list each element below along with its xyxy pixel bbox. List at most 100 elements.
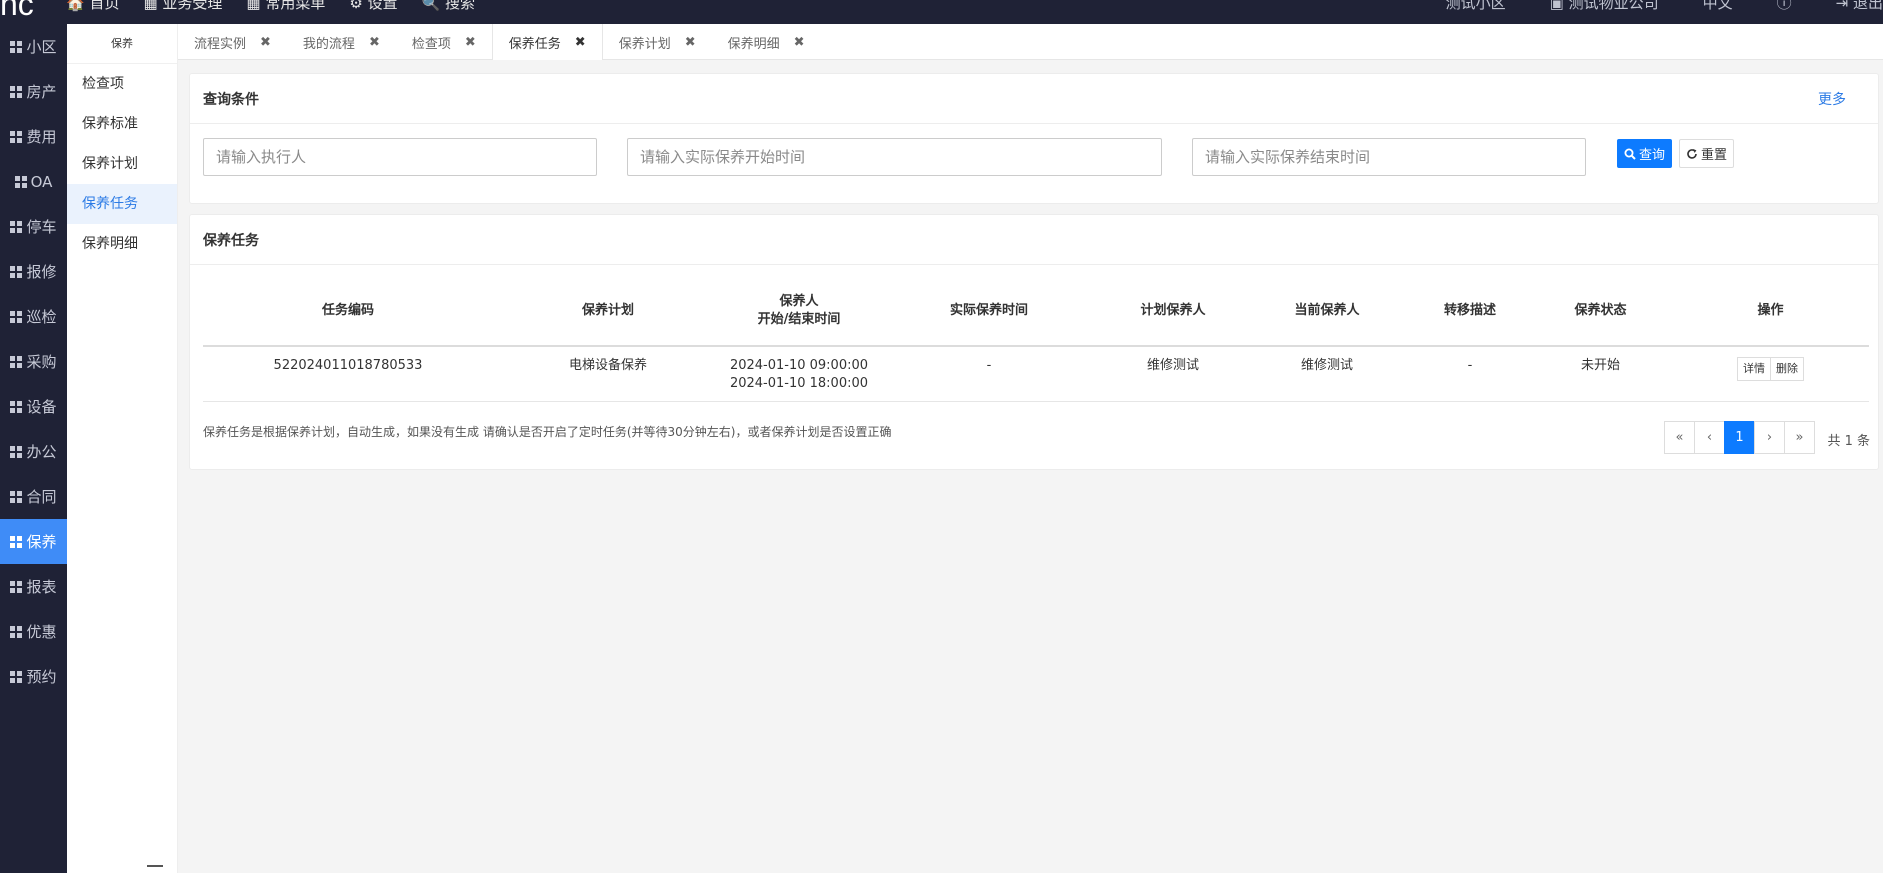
page-first-button[interactable]: « — [1664, 421, 1695, 454]
app-logo: hc — [0, 0, 34, 22]
main-sidebar-item[interactable]: 采购 — [0, 339, 67, 384]
grid-icon — [10, 311, 23, 323]
col-plan-person: 计划保养人 — [1103, 277, 1243, 347]
main-sidebar-item[interactable]: 报表 — [0, 564, 67, 609]
top-nav-business[interactable]: ▦ 业务受理 — [143, 0, 222, 13]
delete-button[interactable]: 删除 — [1771, 357, 1804, 381]
grid-icon — [10, 221, 23, 233]
more-link[interactable]: 更多 — [1818, 89, 1846, 109]
col-task-code: 任务编码 — [203, 277, 493, 347]
detail-button[interactable]: 详情 — [1737, 357, 1771, 381]
community-switch[interactable]: 测试小区 — [1446, 0, 1506, 13]
close-icon[interactable]: ✖ — [369, 35, 380, 50]
main-sidebar-item[interactable]: 保养 — [0, 519, 67, 564]
top-nav-settings[interactable]: ⚙ 设置 — [349, 0, 397, 13]
task-generation-note: 保养任务是根据保养计划，自动生成，如果没有生成 请确认是否开启了定时任务(并等待… — [203, 425, 892, 439]
query-panel: 查询条件 更多 查询 重置 — [189, 73, 1879, 204]
sub-sidebar-item[interactable]: 保养标准 — [67, 104, 177, 144]
tab-label: 保养明细 — [727, 36, 780, 52]
sub-sidebar-title: 保养 — [67, 24, 177, 64]
collapse-menu-icon[interactable] — [147, 865, 163, 873]
grid-icon — [10, 356, 23, 368]
page-current-button[interactable]: 1 — [1724, 421, 1755, 454]
main-sidebar-item-label: 设备 — [26, 398, 57, 416]
main-sidebar-item[interactable]: 费用 — [0, 114, 67, 159]
main-sidebar-item[interactable]: 房产 — [0, 69, 67, 114]
close-icon[interactable]: ✖ — [794, 35, 805, 50]
tab[interactable]: 保养计划 ✖ — [603, 24, 712, 60]
main-sidebar-item-label: 费用 — [26, 128, 57, 146]
actual-end-time-input[interactable] — [1192, 138, 1586, 176]
main-sidebar-item[interactable]: 停车 — [0, 204, 67, 249]
main-sidebar-item-label: 采购 — [26, 353, 57, 371]
close-icon[interactable]: ✖ — [575, 35, 586, 50]
tab[interactable]: 我的流程 ✖ — [287, 24, 396, 60]
main-sidebar-item[interactable]: 优惠 — [0, 609, 67, 654]
page-prev-button[interactable]: ‹ — [1694, 421, 1725, 454]
main-sidebar: 小区房产费用 OA 停车报修巡检采购设备办公 合同 保养 报表 优惠预约 — [0, 24, 67, 873]
grid-icon — [10, 86, 23, 98]
main-sidebar-item[interactable]: 报修 — [0, 249, 67, 294]
col-plan: 保养计划 — [493, 277, 723, 347]
language-switch[interactable]: 中文 — [1703, 0, 1733, 13]
close-icon[interactable]: ✖ — [465, 35, 476, 50]
actual-start-time-input[interactable] — [627, 138, 1162, 176]
grid-icon — [10, 626, 23, 638]
table-header-row: 任务编码 保养计划 保养人 开始/结束时间 实际保养时间 计划保养人 当前保养人 … — [203, 277, 1869, 347]
grid-icon — [14, 176, 27, 188]
main-sidebar-item[interactable]: 合同 — [0, 474, 67, 519]
refresh-icon — [1687, 148, 1697, 159]
sub-sidebar-item[interactable]: 保养计划 — [67, 144, 177, 184]
reset-button-label: 重置 — [1701, 148, 1728, 163]
tab[interactable]: 保养任务 ✖ — [491, 24, 603, 60]
close-icon[interactable]: ✖ — [260, 35, 271, 50]
tab-label: 保养计划 — [618, 36, 671, 52]
main-sidebar-item-label: 报修 — [26, 263, 57, 281]
col-transfer-desc: 转移描述 — [1411, 277, 1529, 347]
top-right-menu: 测试小区 ▣ 测试物业公司 中文 ⓘ ⇥ 退出 — [1446, 0, 1883, 13]
tab-label: 我的流程 — [302, 36, 355, 52]
page-last-button[interactable]: » — [1784, 421, 1815, 454]
executor-input[interactable] — [203, 138, 597, 176]
sub-sidebar-item[interactable]: 保养任务 — [67, 184, 177, 224]
top-nav-search[interactable]: 🔍 搜索 — [422, 0, 475, 13]
main-sidebar-item-label: 房产 — [26, 83, 57, 101]
maintenance-task-panel: 保养任务 任务编码 保养计划 保养人 开始/结束时间 实际保养时间 计划保养人 当… — [189, 214, 1879, 470]
top-nav-home[interactable]: 🏠 首页 — [66, 0, 119, 13]
query-panel-title: 查询条件 — [203, 91, 259, 108]
main-sidebar-item[interactable]: 办公 — [0, 429, 67, 474]
cell-time-range: 2024-01-10 09:00:00 2024-01-10 18:00:00 — [723, 346, 875, 402]
tab-label: 检查项 — [411, 36, 451, 52]
page-next-button[interactable]: › — [1754, 421, 1785, 454]
grid-icon — [10, 581, 23, 593]
main-sidebar-item[interactable]: 设备 — [0, 384, 67, 429]
logout-button[interactable]: ⇥ 退出 — [1836, 0, 1883, 13]
sub-sidebar-item[interactable]: 检查项 — [67, 64, 177, 104]
sub-sidebar-item[interactable]: 保养明细 — [67, 224, 177, 264]
top-nav-common-menu[interactable]: ▦ 常用菜单 — [246, 0, 325, 13]
cell-task-code: 522024011018780533 — [203, 346, 493, 402]
col-operation: 操作 — [1672, 277, 1869, 347]
reset-button[interactable]: 重置 — [1679, 139, 1735, 168]
top-bar: hc 🏠 首页 ▦ 业务受理 ▦ 常用菜单 ⚙ 设置 🔍 搜索 测试小区 ▣ 测… — [0, 0, 1883, 24]
company-switch[interactable]: ▣ 测试物业公司 — [1550, 0, 1659, 13]
query-panel-header: 查询条件 更多 — [190, 74, 1878, 124]
cell-operation: 详情 删除 — [1672, 346, 1869, 402]
main-sidebar-item-label: 预约 — [26, 668, 57, 686]
info-icon[interactable]: ⓘ — [1777, 0, 1792, 13]
tab[interactable]: 保养明细 ✖ — [712, 24, 821, 60]
task-panel-title: 保养任务 — [203, 232, 259, 249]
tab[interactable]: 检查项 ✖ — [396, 24, 492, 60]
tab[interactable]: 流程实例 ✖ — [178, 24, 287, 60]
search-button-label: 查询 — [1639, 148, 1666, 163]
main-sidebar-item[interactable]: 巡检 — [0, 294, 67, 339]
search-button[interactable]: 查询 — [1617, 139, 1673, 168]
grid-icon — [10, 41, 23, 53]
pagination: « ‹ 1 › » — [1664, 421, 1815, 454]
col-status: 保养状态 — [1529, 277, 1672, 347]
main-sidebar-item[interactable]: OA — [0, 159, 67, 204]
close-icon[interactable]: ✖ — [685, 35, 696, 50]
grid-icon — [10, 266, 23, 278]
main-sidebar-item[interactable]: 小区 — [0, 24, 67, 69]
main-sidebar-item[interactable]: 预约 — [0, 654, 67, 699]
